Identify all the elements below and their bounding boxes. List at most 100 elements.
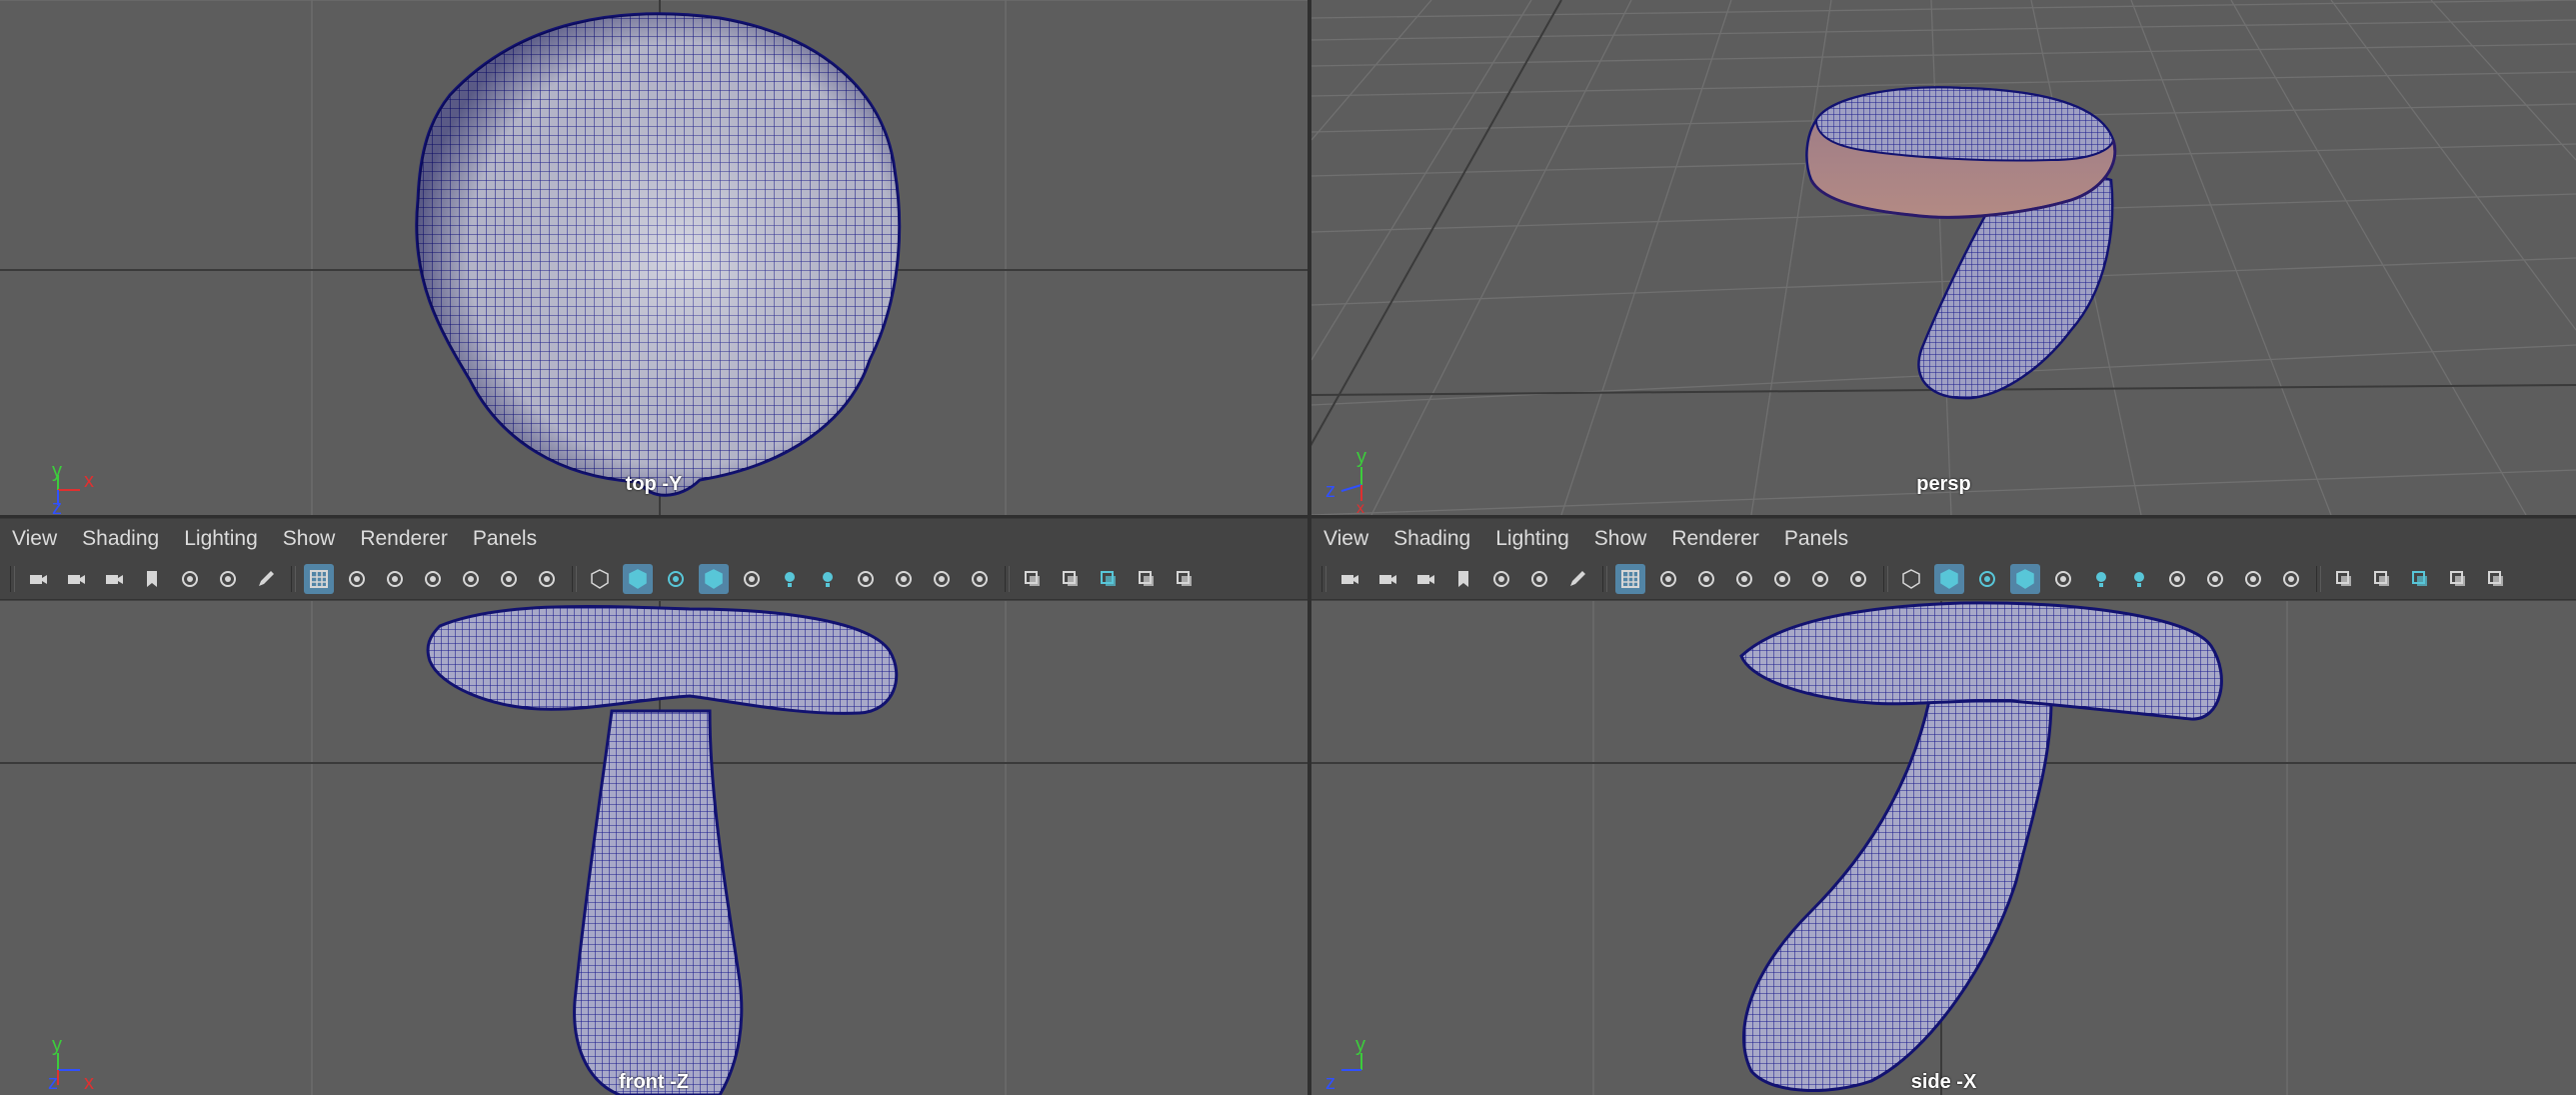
- xray-active-components-icon[interactable]: [2443, 564, 2473, 594]
- wireframe-icon[interactable]: [1896, 564, 1926, 594]
- wireframe-on-shaded-icon[interactable]: [699, 563, 729, 594]
- grease-pencil-icon[interactable]: [1562, 564, 1592, 594]
- wireframe-icon[interactable]: [585, 564, 615, 594]
- toolbar-separator[interactable]: [1321, 565, 1326, 592]
- menu-lighting[interactable]: Lighting: [184, 527, 258, 551]
- camera-label-persp: persp: [1916, 473, 1971, 495]
- pane-divider-horizontal[interactable]: [0, 515, 2576, 518]
- menu-lighting[interactable]: Lighting: [1495, 527, 1569, 551]
- image-plane-icon[interactable]: [175, 564, 205, 594]
- lock-camera-icon[interactable]: [61, 564, 91, 594]
- motion-blur-icon[interactable]: [889, 564, 919, 594]
- viewport-persp[interactable]: y z x persp: [1311, 0, 2576, 515]
- perspective-grid: [1311, 0, 2576, 515]
- 2d-pan-zoom-icon[interactable]: [213, 564, 243, 594]
- menu-show[interactable]: Show: [1594, 527, 1647, 551]
- use-all-lights-icon[interactable]: [775, 564, 805, 594]
- grease-pencil-icon[interactable]: [251, 564, 281, 594]
- grid-icon[interactable]: [1615, 563, 1645, 594]
- shadows-icon[interactable]: [813, 564, 843, 594]
- field-chart-icon[interactable]: [456, 564, 486, 594]
- camera-label-top: top -Y: [625, 473, 683, 495]
- camera-label-front: front -Z: [619, 1071, 689, 1093]
- smooth-shade-icon[interactable]: [1934, 563, 1964, 594]
- backface-culling-icon[interactable]: [1170, 564, 1200, 594]
- axis-gizmo-top: y x z: [52, 460, 94, 515]
- field-chart-icon[interactable]: [1767, 564, 1797, 594]
- svg-text:y: y: [1355, 1034, 1365, 1056]
- resolution-gate-icon[interactable]: [1691, 564, 1721, 594]
- bookmark-icon[interactable]: [137, 564, 167, 594]
- motion-blur-icon[interactable]: [2200, 564, 2230, 594]
- camera-attributes-icon[interactable]: [1410, 564, 1440, 594]
- mushroom-front-view: [426, 604, 899, 1095]
- pane-divider-vertical[interactable]: [1307, 0, 1311, 1095]
- depth-of-field-icon[interactable]: [965, 564, 995, 594]
- gate-mask-icon[interactable]: [418, 564, 448, 594]
- image-plane-icon[interactable]: [1486, 564, 1516, 594]
- viewport-front-panel: View Shading Lighting Show Renderer Pane…: [0, 518, 1307, 1095]
- toolbar-separator[interactable]: [10, 565, 15, 592]
- svg-text:x: x: [1356, 500, 1364, 515]
- camera-icon[interactable]: [1334, 564, 1364, 594]
- viewport-persp-canvas: [1311, 0, 2576, 515]
- smooth-shade-icon[interactable]: [623, 563, 653, 594]
- safe-title-icon[interactable]: [532, 564, 562, 594]
- menu-shading[interactable]: Shading: [82, 527, 159, 551]
- textured-icon[interactable]: [2048, 564, 2078, 594]
- menu-renderer[interactable]: Renderer: [1671, 527, 1759, 551]
- isolate-select-icon[interactable]: [1018, 564, 1048, 594]
- isolate-select-icon[interactable]: [2329, 564, 2359, 594]
- panel-menubar-side: View Shading Lighting Show Renderer Pane…: [1311, 518, 2576, 558]
- grid-icon[interactable]: [304, 563, 334, 594]
- film-gate-icon[interactable]: [1653, 564, 1683, 594]
- screen-space-ao-icon[interactable]: [851, 564, 881, 594]
- resolution-gate-icon[interactable]: [380, 564, 410, 594]
- viewport-side-canvas: [1311, 601, 2576, 1095]
- viewport-top[interactable]: y x z top -Y: [0, 0, 1307, 515]
- menu-show[interactable]: Show: [283, 527, 336, 551]
- textured-icon[interactable]: [737, 564, 767, 594]
- safe-action-icon[interactable]: [1805, 564, 1835, 594]
- camera-label-side: side -X: [1910, 1071, 1977, 1093]
- gate-mask-icon[interactable]: [1729, 564, 1759, 594]
- xray-joints-icon[interactable]: [2405, 564, 2435, 594]
- camera-attributes-icon[interactable]: [99, 564, 129, 594]
- menu-panels[interactable]: Panels: [473, 527, 537, 551]
- toolbar-separator: [2316, 565, 2321, 592]
- viewport-side[interactable]: y z side -X: [1311, 601, 2576, 1095]
- menu-view[interactable]: View: [12, 527, 57, 551]
- film-gate-icon[interactable]: [342, 564, 372, 594]
- camera-icon[interactable]: [23, 564, 53, 594]
- xray-icon[interactable]: [1056, 564, 1086, 594]
- toolbar-separator: [1602, 565, 1607, 592]
- xray-icon[interactable]: [2367, 564, 2397, 594]
- use-all-lights-icon[interactable]: [2086, 564, 2116, 594]
- use-default-material-icon[interactable]: [661, 564, 691, 594]
- toolbar-separator: [1005, 565, 1010, 592]
- menu-shading[interactable]: Shading: [1393, 527, 1470, 551]
- backface-culling-icon[interactable]: [2481, 564, 2511, 594]
- menu-view[interactable]: View: [1323, 527, 1368, 551]
- depth-of-field-icon[interactable]: [2276, 564, 2306, 594]
- mushroom-persp: [1805, 86, 2117, 400]
- safe-title-icon[interactable]: [1843, 564, 1873, 594]
- axis-gizmo-persp: y z x: [1325, 446, 1366, 515]
- lock-camera-icon[interactable]: [1372, 564, 1402, 594]
- multisample-aa-icon[interactable]: [927, 564, 957, 594]
- svg-text:y: y: [52, 1034, 62, 1056]
- panel-toolbar-side: [1311, 558, 2576, 600]
- shadows-icon[interactable]: [2124, 564, 2154, 594]
- screen-space-ao-icon[interactable]: [2162, 564, 2192, 594]
- multisample-aa-icon[interactable]: [2238, 564, 2268, 594]
- xray-active-components-icon[interactable]: [1132, 564, 1162, 594]
- safe-action-icon[interactable]: [494, 564, 524, 594]
- bookmark-icon[interactable]: [1448, 564, 1478, 594]
- use-default-material-icon[interactable]: [1972, 564, 2002, 594]
- wireframe-on-shaded-icon[interactable]: [2010, 563, 2040, 594]
- viewport-front[interactable]: y z x front -Z: [0, 601, 1307, 1095]
- xray-joints-icon[interactable]: [1094, 564, 1124, 594]
- menu-panels[interactable]: Panels: [1784, 527, 1848, 551]
- 2d-pan-zoom-icon[interactable]: [1524, 564, 1554, 594]
- menu-renderer[interactable]: Renderer: [360, 527, 448, 551]
